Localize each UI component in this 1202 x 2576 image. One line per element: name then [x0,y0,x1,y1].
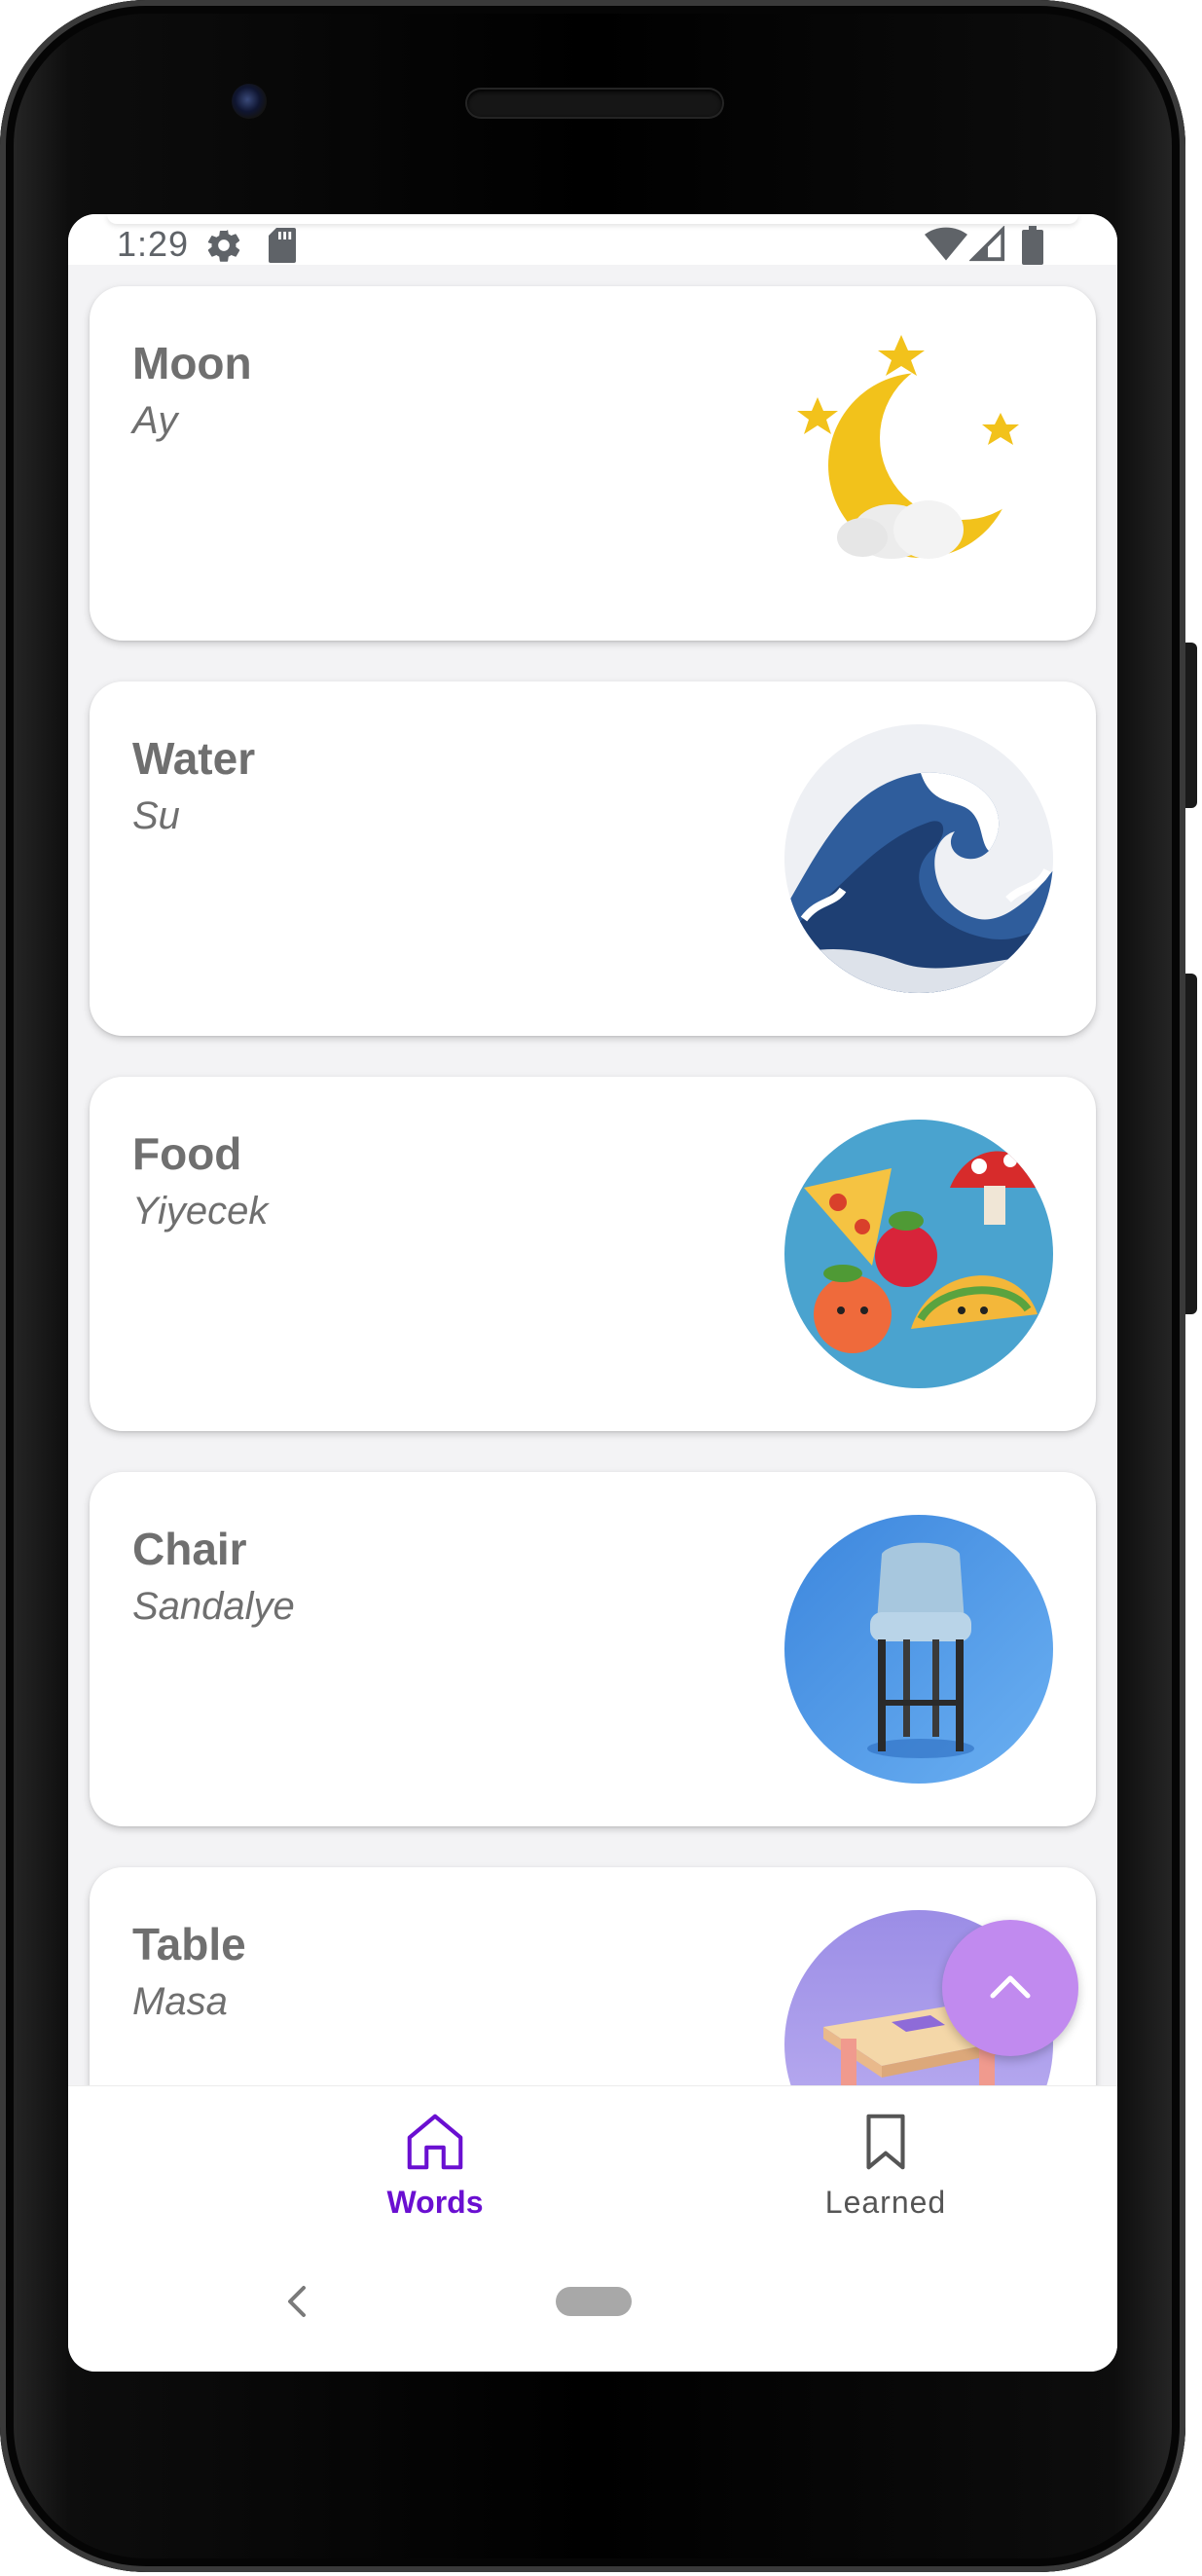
power-button [1185,643,1197,808]
word-title: Table [132,1919,246,1969]
chair-image [784,1515,1053,1784]
food-image [784,1120,1053,1388]
word-translation: Sandalye [132,1585,295,1628]
word-title: Moon [132,338,252,388]
word-title: Water [132,733,256,784]
word-translation: Ay [132,399,178,442]
word-card-food[interactable]: Food Yiyecek [90,1077,1096,1431]
system-navigation-bar [68,2251,1117,2372]
sd-card-icon [267,226,298,270]
chevron-up-icon [989,1972,1032,2005]
back-icon[interactable] [284,2284,310,2324]
bottom-navigation: Words Learned [68,2085,1117,2252]
signal-icon [968,225,1006,268]
status-bar: 1:29 [68,214,1117,265]
word-card-chair[interactable]: Chair Sandalye [90,1472,1096,1826]
word-translation: Yiyecek [132,1190,269,1233]
earpiece-speaker [467,90,722,117]
nav-item-learned[interactable]: Learned [769,2108,1002,2221]
app-screen: 1:29 Moon Ay Water Su Food Yiyecek Chair… [68,214,1117,2372]
home-icon [401,2114,469,2180]
volume-button [1185,974,1197,1314]
gear-icon [204,226,243,270]
status-time: 1:29 [117,224,190,264]
battery-icon [1022,226,1043,270]
front-camera [232,84,267,119]
nav-label-learned: Learned [824,2185,947,2220]
nav-label-words: Words [386,2185,484,2220]
word-translation: Masa [132,1980,228,2023]
home-gesture-pill[interactable] [556,2287,632,2316]
bookmark-icon [852,2114,920,2180]
word-list[interactable]: Moon Ay Water Su Food Yiyecek Chair Sand… [68,265,1117,2085]
word-translation: Su [132,794,180,837]
screen-top-rim [107,214,1078,224]
wave-image [784,724,1053,993]
word-title: Food [132,1128,242,1179]
word-card-water[interactable]: Water Su [90,681,1096,1036]
wifi-icon [925,226,967,268]
nav-item-words[interactable]: Words [318,2108,552,2221]
word-title: Chair [132,1524,247,1574]
word-card-moon[interactable]: Moon Ay [90,286,1096,641]
moon-image [784,329,1053,598]
scroll-to-top-button[interactable] [942,1920,1078,2056]
